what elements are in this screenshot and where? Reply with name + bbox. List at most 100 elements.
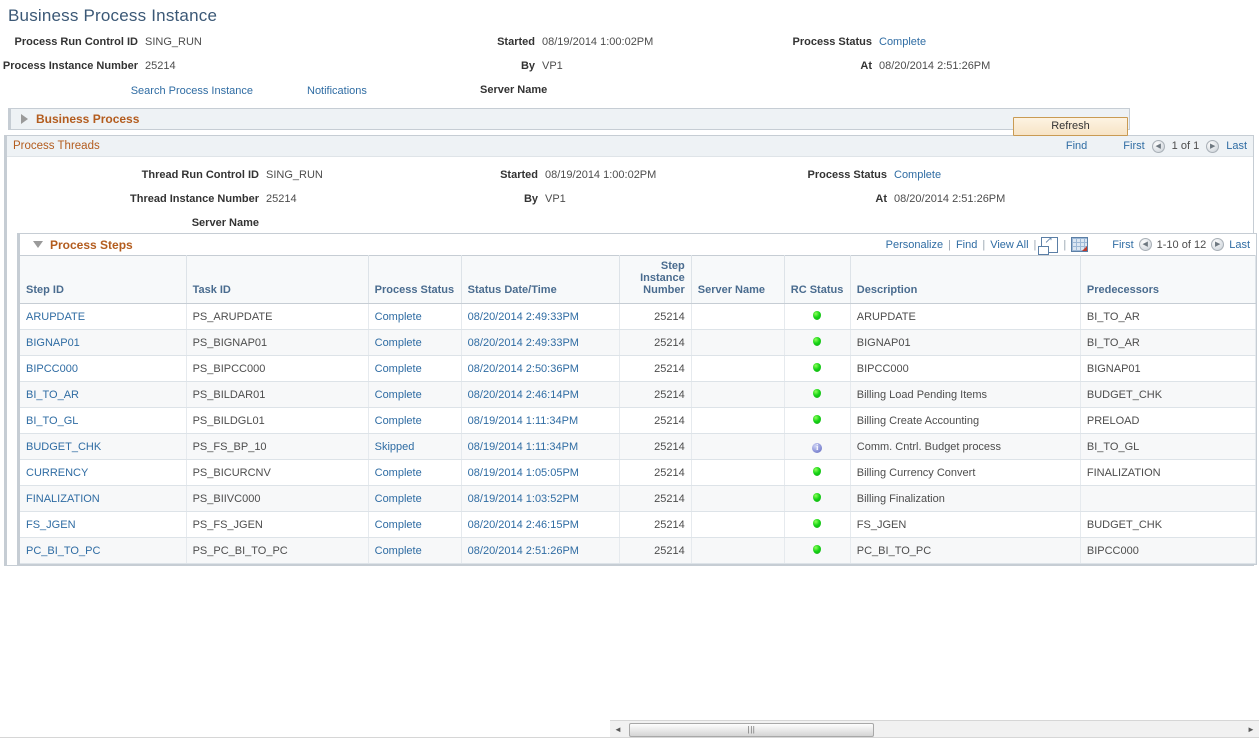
process-status-link[interactable]: Complete: [375, 545, 422, 557]
horizontal-scrollbar[interactable]: ◄ ||| ►: [610, 720, 1259, 738]
column-header-predecessors[interactable]: Predecessors: [1080, 256, 1255, 304]
status-date-time-link[interactable]: 08/20/2014 2:49:33PM: [468, 337, 579, 349]
cell-predecessors: PRELOAD: [1080, 408, 1255, 434]
step-id-link[interactable]: FS_JGEN: [26, 519, 76, 531]
cell-description: Comm. Cntrl. Budget process: [850, 434, 1080, 460]
steps-find-link[interactable]: Find: [956, 239, 977, 251]
process-status-link[interactable]: Complete: [375, 311, 422, 323]
process-status-link[interactable]: Skipped: [375, 441, 415, 453]
threads-next-arrow-icon[interactable]: ▶: [1206, 140, 1219, 153]
process-status-link[interactable]: Complete: [375, 337, 422, 349]
scrollbar-thumb[interactable]: |||: [629, 723, 874, 737]
thread-run-control-id-value: SING_RUN: [259, 169, 323, 181]
summary-column-left: Process Run Control ID SING_RUN Process …: [0, 30, 480, 103]
cell-rc-status: [784, 382, 850, 408]
process-status-link[interactable]: Complete: [375, 467, 422, 479]
process-status-link[interactable]: Complete: [375, 493, 422, 505]
status-date-time-link[interactable]: 08/20/2014 2:51:26PM: [468, 545, 579, 557]
cell-process-status: Complete: [368, 538, 461, 564]
scroll-right-arrow-icon[interactable]: ►: [1243, 722, 1259, 738]
download-to-spreadsheet-icon[interactable]: [1071, 237, 1088, 252]
status-date-time-link[interactable]: 08/20/2014 2:49:33PM: [468, 311, 579, 323]
cell-status-date-time: 08/20/2014 2:49:33PM: [461, 330, 619, 356]
steps-next-arrow-icon[interactable]: ▶: [1211, 238, 1224, 251]
scroll-left-arrow-icon[interactable]: ◄: [610, 722, 626, 738]
step-id-link[interactable]: BI_TO_GL: [26, 415, 78, 427]
step-id-link[interactable]: BIGNAP01: [26, 337, 80, 349]
step-id-link[interactable]: PC_BI_TO_PC: [26, 545, 100, 557]
thread-instance-number-value: 25214: [259, 193, 297, 205]
thread-started-label: Started: [483, 169, 538, 181]
summary-column-middle: Started 08/19/2014 1:00:02PM By VP1 Serv…: [480, 30, 780, 102]
process-status-link[interactable]: Complete: [375, 389, 422, 401]
search-process-instance-link[interactable]: Search Process Instance: [131, 85, 253, 97]
personalize-link[interactable]: Personalize: [886, 239, 943, 251]
status-date-time-link[interactable]: 08/19/2014 1:03:52PM: [468, 493, 579, 505]
steps-previous-arrow-icon[interactable]: ◀: [1139, 238, 1152, 251]
field-process-run-control-id: Process Run Control ID SING_RUN: [0, 30, 480, 54]
scrollbar-track[interactable]: |||: [626, 722, 1243, 738]
step-id-link[interactable]: ARUPDATE: [26, 311, 85, 323]
rc-status-success-icon: [813, 311, 821, 320]
threads-find-link[interactable]: Find: [1066, 140, 1087, 152]
cell-rc-status: [784, 486, 850, 512]
process-steps-panel: Process Steps Personalize | Find | View …: [17, 233, 1257, 565]
new-window-icon[interactable]: [1041, 237, 1058, 253]
column-header-rc-status[interactable]: RC Status: [784, 256, 850, 304]
column-header-description[interactable]: Description: [850, 256, 1080, 304]
status-date-time-link[interactable]: 08/19/2014 1:11:34PM: [468, 415, 579, 427]
refresh-button[interactable]: Refresh: [1013, 117, 1128, 136]
thread-started-value: 08/19/2014 1:00:02PM: [538, 169, 656, 181]
server-name-label: Server Name: [480, 84, 535, 96]
cell-task-id: PS_BICURCNV: [186, 460, 368, 486]
steps-first-link[interactable]: First: [1112, 239, 1133, 251]
column-header-process-status[interactable]: Process Status: [368, 256, 461, 304]
column-header-step-instance-number[interactable]: Step Instance Number: [619, 256, 691, 304]
column-header-server-name[interactable]: Server Name: [691, 256, 784, 304]
thread-process-status-value[interactable]: Complete: [894, 169, 941, 181]
cell-rc-status: [784, 356, 850, 382]
cell-step-instance-number: 25214: [619, 486, 691, 512]
process-status-value[interactable]: Complete: [879, 36, 926, 48]
table-row: BUDGET_CHK PS_FS_BP_10 Skipped 08/19/2014 1…: [20, 434, 1256, 460]
cell-server-name: [691, 382, 784, 408]
threads-previous-arrow-icon[interactable]: ◀: [1152, 140, 1165, 153]
process-status-link[interactable]: Complete: [375, 519, 422, 531]
cell-task-id: PS_FS_BP_10: [186, 434, 368, 460]
notifications-link[interactable]: Notifications: [307, 85, 367, 97]
cell-step-id: BI_TO_GL: [20, 408, 186, 434]
status-date-time-link[interactable]: 08/19/2014 1:05:05PM: [468, 467, 579, 479]
threads-column-middle: Started 08/19/2014 1:00:02PM By VP1: [483, 163, 783, 211]
status-date-time-link[interactable]: 08/19/2014 1:11:34PM: [468, 441, 579, 453]
toolbar-divider: |: [982, 239, 985, 251]
step-id-link[interactable]: CURRENCY: [26, 467, 88, 479]
table-row: PC_BI_TO_PCPS_PC_BI_TO_PCComplete08/20/2…: [20, 538, 1256, 564]
view-all-link[interactable]: View All: [990, 239, 1028, 251]
cell-server-name: [691, 356, 784, 382]
process-status-link[interactable]: Complete: [375, 415, 422, 427]
step-id-link[interactable]: BIPCC000: [26, 363, 78, 375]
process-status-link[interactable]: Complete: [375, 363, 422, 375]
step-id-link[interactable]: BUDGET_CHK: [26, 441, 101, 453]
step-id-link[interactable]: FINALIZATION: [26, 493, 100, 505]
status-date-time-link[interactable]: 08/20/2014 2:46:15PM: [468, 519, 579, 531]
status-date-time-link[interactable]: 08/20/2014 2:50:36PM: [468, 363, 579, 375]
table-row: BIPCC000PS_BIPCC000Complete08/20/2014 2:…: [20, 356, 1256, 382]
threads-last-link[interactable]: Last: [1226, 140, 1247, 152]
cell-step-instance-number: 25214: [619, 460, 691, 486]
column-header-task-id[interactable]: Task ID: [186, 256, 368, 304]
cell-process-status: Complete: [368, 486, 461, 512]
cell-task-id: PS_BILDAR01: [186, 382, 368, 408]
expand-triangle-icon[interactable]: [21, 114, 28, 124]
column-header-step-id[interactable]: Step ID: [20, 256, 186, 304]
threads-first-link[interactable]: First: [1123, 140, 1144, 152]
collapse-triangle-icon[interactable]: [33, 241, 43, 248]
cell-step-instance-number: 25214: [619, 382, 691, 408]
steps-last-link[interactable]: Last: [1229, 239, 1250, 251]
cell-process-status: Complete: [368, 512, 461, 538]
column-header-status-date-time[interactable]: Status Date/Time: [461, 256, 619, 304]
step-id-link[interactable]: BI_TO_AR: [26, 389, 79, 401]
cell-server-name: [691, 434, 784, 460]
business-process-section-header[interactable]: Business Process: [8, 108, 1130, 130]
status-date-time-link[interactable]: 08/20/2014 2:46:14PM: [468, 389, 579, 401]
